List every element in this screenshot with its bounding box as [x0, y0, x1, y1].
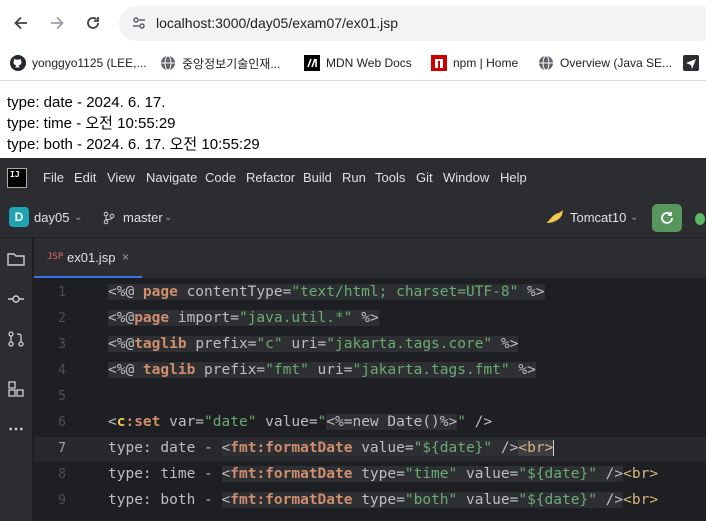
code-line-3: <%@taglib prefix="c" uri="jakarta.tags.c…: [108, 336, 519, 352]
arrow-left-icon: [14, 16, 27, 30]
code-line-9: type: both - <fmt:formatDate type="both"…: [108, 492, 659, 508]
bookmark-more[interactable]: [683, 53, 705, 73]
code-line-8: type: time - <fmt:formatDate type="time"…: [108, 466, 659, 482]
rerun-icon: [661, 212, 673, 224]
jsp-file-icon: JSP: [47, 252, 64, 262]
line-number: 6: [58, 415, 66, 430]
bookmark-npm[interactable]: npm | Home: [431, 53, 518, 73]
menu-run[interactable]: Run: [342, 170, 366, 185]
project-badge[interactable]: D: [9, 207, 29, 227]
arrow-right-icon: [51, 16, 64, 30]
bookmarks-bar: yonggyo1125 (LEE,... 중앙정보기술인재... MDN Web…: [0, 46, 706, 81]
menu-help[interactable]: Help: [500, 170, 527, 185]
project-selector[interactable]: day05: [34, 210, 69, 225]
line-number: 9: [58, 493, 66, 508]
bookmark-java-overview[interactable]: Overview (Java SE...: [538, 53, 672, 73]
code-line-1: <%@ page contentType="text/html; charset…: [108, 284, 545, 300]
bookmark-korean-site[interactable]: 중앙정보기술인재...: [160, 53, 280, 73]
send-icon: [683, 55, 699, 71]
menu-edit[interactable]: Edit: [74, 170, 96, 185]
menu-build[interactable]: Build: [303, 170, 332, 185]
menu-bar: IJ File Edit View Navigate Code Refactor…: [0, 158, 706, 198]
ide-toolbar: D day05 ⌄ master ⌄ Tomcat10 ⌄: [0, 198, 706, 238]
back-button[interactable]: [9, 11, 33, 35]
bookmark-github[interactable]: yonggyo1125 (LEE,...: [10, 53, 147, 73]
chevron-down-icon[interactable]: ⌄: [164, 212, 172, 223]
tab-ex01-jsp[interactable]: JSP ex01.jsp ×: [34, 238, 142, 278]
forward-button[interactable]: [45, 11, 69, 35]
line-number-active: 7: [58, 441, 66, 456]
tool-window-bar: ⋯: [0, 238, 33, 521]
address-bar[interactable]: localhost:3000/day05/exam07/ex01.jsp: [119, 6, 706, 41]
tab-label: ex01.jsp: [67, 250, 116, 265]
menu-file[interactable]: File: [43, 170, 64, 185]
menu-git[interactable]: Git: [416, 170, 433, 185]
line-number: 3: [58, 337, 66, 352]
line-number: 1: [58, 285, 66, 300]
commit-icon[interactable]: [4, 287, 28, 311]
editor-tabs: JSP ex01.jsp ×: [34, 238, 706, 278]
menu-code[interactable]: Code: [205, 170, 236, 185]
reload-icon: [87, 17, 99, 29]
bookmark-mdn[interactable]: MDN Web Docs: [304, 53, 412, 73]
reload-button[interactable]: [81, 11, 105, 35]
menu-view[interactable]: View: [107, 170, 135, 185]
chevron-down-icon[interactable]: ⌄: [74, 212, 82, 223]
line-number: 2: [58, 311, 66, 326]
browser-toolbar: localhost:3000/day05/exam07/ex01.jsp: [0, 0, 706, 46]
line-number: 4: [58, 363, 66, 378]
page-output: type: date - 2024. 6. 17. type: time - 오…: [7, 92, 260, 155]
ide-window: IJ File Edit View Navigate Code Refactor…: [0, 158, 706, 521]
output-line-both: type: both - 2024. 6. 17. 오전 10:55:29: [7, 136, 260, 153]
menu-tools[interactable]: Tools: [375, 170, 405, 185]
globe-icon: [160, 55, 176, 71]
menu-refactor[interactable]: Refactor: [246, 170, 295, 185]
line-number: 5: [58, 389, 66, 404]
tomcat-icon: [545, 209, 565, 232]
npm-icon: [431, 55, 447, 71]
branch-icon: [102, 211, 116, 230]
mdn-icon: [304, 55, 320, 71]
code-line-2: <%@page import="java.util.*" %>: [108, 310, 379, 326]
folder-icon[interactable]: [4, 247, 28, 271]
structure-icon[interactable]: [4, 377, 28, 401]
chevron-down-icon[interactable]: ⌄: [630, 212, 638, 223]
github-icon: [10, 55, 26, 71]
menu-window[interactable]: Window: [443, 170, 489, 185]
run-config-selector[interactable]: Tomcat10: [570, 210, 626, 225]
close-icon[interactable]: ×: [122, 250, 129, 264]
line-number: 8: [58, 467, 66, 482]
site-info-icon[interactable]: [131, 15, 147, 36]
globe-icon: [538, 55, 554, 71]
menu-navigate[interactable]: Navigate: [146, 170, 197, 185]
branch-selector[interactable]: master: [123, 210, 163, 225]
output-line-date: type: date - 2024. 6. 17.: [7, 94, 166, 111]
code-editor[interactable]: 1 2 3 4 5 6 7 8 9 <%@ page contentType="…: [34, 278, 706, 521]
code-line-4: <%@ taglib prefix="fmt" uri="jakarta.tag…: [108, 362, 536, 378]
intellij-logo[interactable]: IJ: [7, 168, 27, 188]
run-button[interactable]: [652, 204, 682, 232]
pull-request-icon[interactable]: [4, 327, 28, 351]
url-text[interactable]: localhost:3000/day05/exam07/ex01.jsp: [156, 15, 398, 31]
code-line-7: type: date - <fmt:formatDate value="${da…: [108, 440, 555, 456]
debug-icon[interactable]: [692, 210, 706, 231]
more-icon[interactable]: ⋯: [4, 417, 28, 441]
output-line-time: type: time - 오전 10:55:29: [7, 115, 176, 132]
code-line-6: <c:set var="date" value="<%=new Date()%>…: [108, 414, 493, 430]
